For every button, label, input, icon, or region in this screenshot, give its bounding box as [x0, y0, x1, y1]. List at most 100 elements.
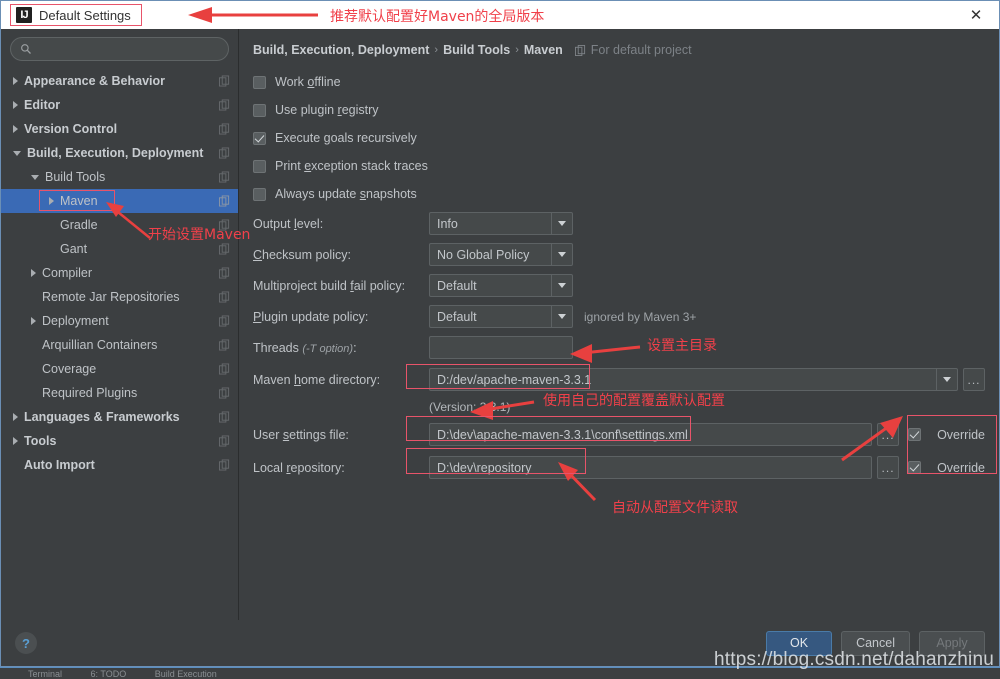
copy-icon[interactable]	[219, 147, 230, 159]
plugin-update-policy-select[interactable]: Default	[429, 305, 573, 328]
chevron-right-icon[interactable]	[31, 317, 36, 325]
ok-button[interactable]: OK	[766, 630, 833, 656]
chevron-right-icon[interactable]	[13, 101, 18, 109]
ide-strip-item[interactable]: Terminal	[28, 669, 62, 679]
maven-home-row: Maven home directory: D:/dev/apache-mave…	[253, 363, 985, 396]
sidebar-item-gradle[interactable]: Gradle	[1, 213, 238, 237]
chevron-down-icon[interactable]	[551, 213, 572, 234]
search-input[interactable]	[37, 41, 219, 57]
copy-icon[interactable]	[219, 387, 230, 399]
copy-icon[interactable]	[219, 339, 230, 351]
copy-icon[interactable]	[219, 363, 230, 375]
chevron-down-icon[interactable]	[551, 306, 572, 327]
user-settings-browse-button[interactable]: ...	[877, 423, 900, 446]
plugin-update-policy-row: Plugin update policy: Default ignored by…	[253, 301, 985, 332]
copy-icon[interactable]	[219, 75, 230, 87]
chevron-right-icon[interactable]	[31, 269, 36, 277]
user-settings-input[interactable]: D:\dev\apache-maven-3.3.1\conf\settings.…	[429, 423, 873, 446]
copy-icon[interactable]	[219, 459, 230, 471]
sidebar-item-label: Gant	[60, 242, 88, 256]
chevron-down-icon[interactable]	[551, 244, 572, 265]
chevron-down-icon[interactable]	[13, 150, 21, 156]
output-level-value: Info	[437, 216, 458, 231]
local-repository-override-toggle[interactable]: Override	[908, 461, 985, 475]
sidebar-item-remote-jar-repositories[interactable]: Remote Jar Repositories	[1, 285, 238, 309]
ide-strip-item[interactable]: Build Execution	[155, 669, 217, 679]
multiproject-fail-policy-select[interactable]: Default	[429, 274, 573, 297]
checkbox-work-offline[interactable]	[253, 75, 266, 89]
copy-icon[interactable]	[219, 243, 230, 255]
maven-home-browse-button[interactable]: ...	[963, 368, 985, 391]
checkbox-execute-goals-recursively[interactable]	[253, 131, 266, 145]
sidebar-item-appearance-behavior[interactable]: Appearance & Behavior	[1, 69, 238, 93]
sidebar-item-coverage[interactable]: Coverage	[1, 357, 238, 381]
checkbox-row-print-exception-stack-traces[interactable]: Print exception stack traces	[253, 152, 985, 180]
chevron-right-icon[interactable]	[13, 413, 18, 421]
local-repository-row: Local repository: D:\dev\repository ... …	[253, 451, 985, 484]
checkbox-row-use-plugin-registry[interactable]: Use plugin registry	[253, 96, 985, 124]
ide-strip-item[interactable]: 6: TODO	[91, 669, 127, 679]
breadcrumb-part-1[interactable]: Build, Execution, Deployment	[253, 43, 429, 57]
sidebar-item-version-control[interactable]: Version Control	[1, 117, 238, 141]
local-repository-browse-button[interactable]: ...	[877, 456, 900, 479]
chevron-right-icon[interactable]	[49, 197, 54, 205]
breadcrumb-part-3[interactable]: Maven	[524, 43, 563, 57]
sidebar-item-build-execution-deployment[interactable]: Build, Execution, Deployment	[1, 141, 238, 165]
copy-icon[interactable]	[219, 123, 230, 135]
local-repository-override-checkbox[interactable]	[908, 461, 922, 474]
local-repository-input[interactable]: D:\dev\repository	[429, 456, 873, 479]
user-settings-override-checkbox[interactable]	[908, 428, 922, 441]
sidebar-item-tools[interactable]: Tools	[1, 429, 238, 453]
cancel-button[interactable]: Cancel	[841, 630, 910, 656]
checkbox-use-plugin-registry[interactable]	[253, 103, 266, 117]
settings-tree[interactable]: Appearance & Behavior Editor Version Contr…	[1, 67, 238, 620]
chevron-down-icon[interactable]	[31, 174, 39, 180]
copy-icon[interactable]	[219, 195, 230, 207]
search-box[interactable]	[10, 37, 229, 61]
chevron-right-icon[interactable]	[13, 125, 18, 133]
ide-bottom-toolbar: Terminal 6: TODO Build Execution	[0, 667, 1000, 679]
sidebar-item-label: Gradle	[60, 218, 98, 232]
copy-icon[interactable]	[219, 411, 230, 423]
sidebar-item-gant[interactable]: Gant	[1, 237, 238, 261]
help-icon[interactable]: ?	[15, 632, 37, 654]
sidebar-item-auto-import[interactable]: Auto Import	[1, 453, 238, 477]
user-settings-override-toggle[interactable]: Override	[908, 428, 985, 442]
maven-home-select[interactable]: D:/dev/apache-maven-3.3.1	[429, 368, 958, 391]
copy-icon[interactable]	[219, 219, 230, 231]
checkbox-always-update-snapshots[interactable]	[253, 187, 266, 201]
chevron-right-icon[interactable]	[13, 77, 18, 85]
output-level-row: Output level: Info	[253, 208, 985, 239]
checkbox-label: Execute goals recursively	[275, 131, 417, 145]
copy-icon[interactable]	[219, 171, 230, 183]
checkbox-label: Print exception stack traces	[275, 159, 428, 173]
sidebar-item-arquillian-containers[interactable]: Arquillian Containers	[1, 333, 238, 357]
checksum-policy-select[interactable]: No Global Policy	[429, 243, 573, 266]
sidebar-item-deployment[interactable]: Deployment	[1, 309, 238, 333]
sidebar-item-label: Auto Import	[24, 458, 95, 472]
sidebar-item-required-plugins[interactable]: Required Plugins	[1, 381, 238, 405]
checkbox-row-execute-goals-recursively[interactable]: Execute goals recursively	[253, 124, 985, 152]
sidebar-item-label: Editor	[24, 98, 61, 112]
output-level-select[interactable]: Info	[429, 212, 573, 235]
copy-icon[interactable]	[219, 315, 230, 327]
multiproject-fail-policy-value: Default	[437, 278, 477, 293]
threads-input[interactable]	[429, 336, 573, 359]
checkbox-row-work-offline[interactable]: Work offline	[253, 68, 985, 96]
sidebar-item-build-tools[interactable]: Build Tools	[1, 165, 238, 189]
sidebar-item-maven[interactable]: Maven	[1, 189, 238, 213]
breadcrumb-part-2[interactable]: Build Tools	[443, 43, 510, 57]
chevron-down-icon[interactable]	[936, 369, 957, 390]
sidebar-item-compiler[interactable]: Compiler	[1, 261, 238, 285]
sidebar-item-editor[interactable]: Editor	[1, 93, 238, 117]
chevron-down-icon[interactable]	[551, 275, 572, 296]
close-icon[interactable]: ✕	[953, 1, 999, 29]
checkbox-print-exception-stack-traces[interactable]	[253, 159, 266, 173]
copy-icon[interactable]	[219, 267, 230, 279]
chevron-right-icon[interactable]	[13, 437, 18, 445]
copy-icon[interactable]	[219, 99, 230, 111]
copy-icon[interactable]	[219, 435, 230, 447]
sidebar-item-languages-frameworks[interactable]: Languages & Frameworks	[1, 405, 238, 429]
checkbox-row-always-update-snapshots[interactable]: Always update snapshots	[253, 180, 985, 208]
copy-icon[interactable]	[219, 291, 230, 303]
